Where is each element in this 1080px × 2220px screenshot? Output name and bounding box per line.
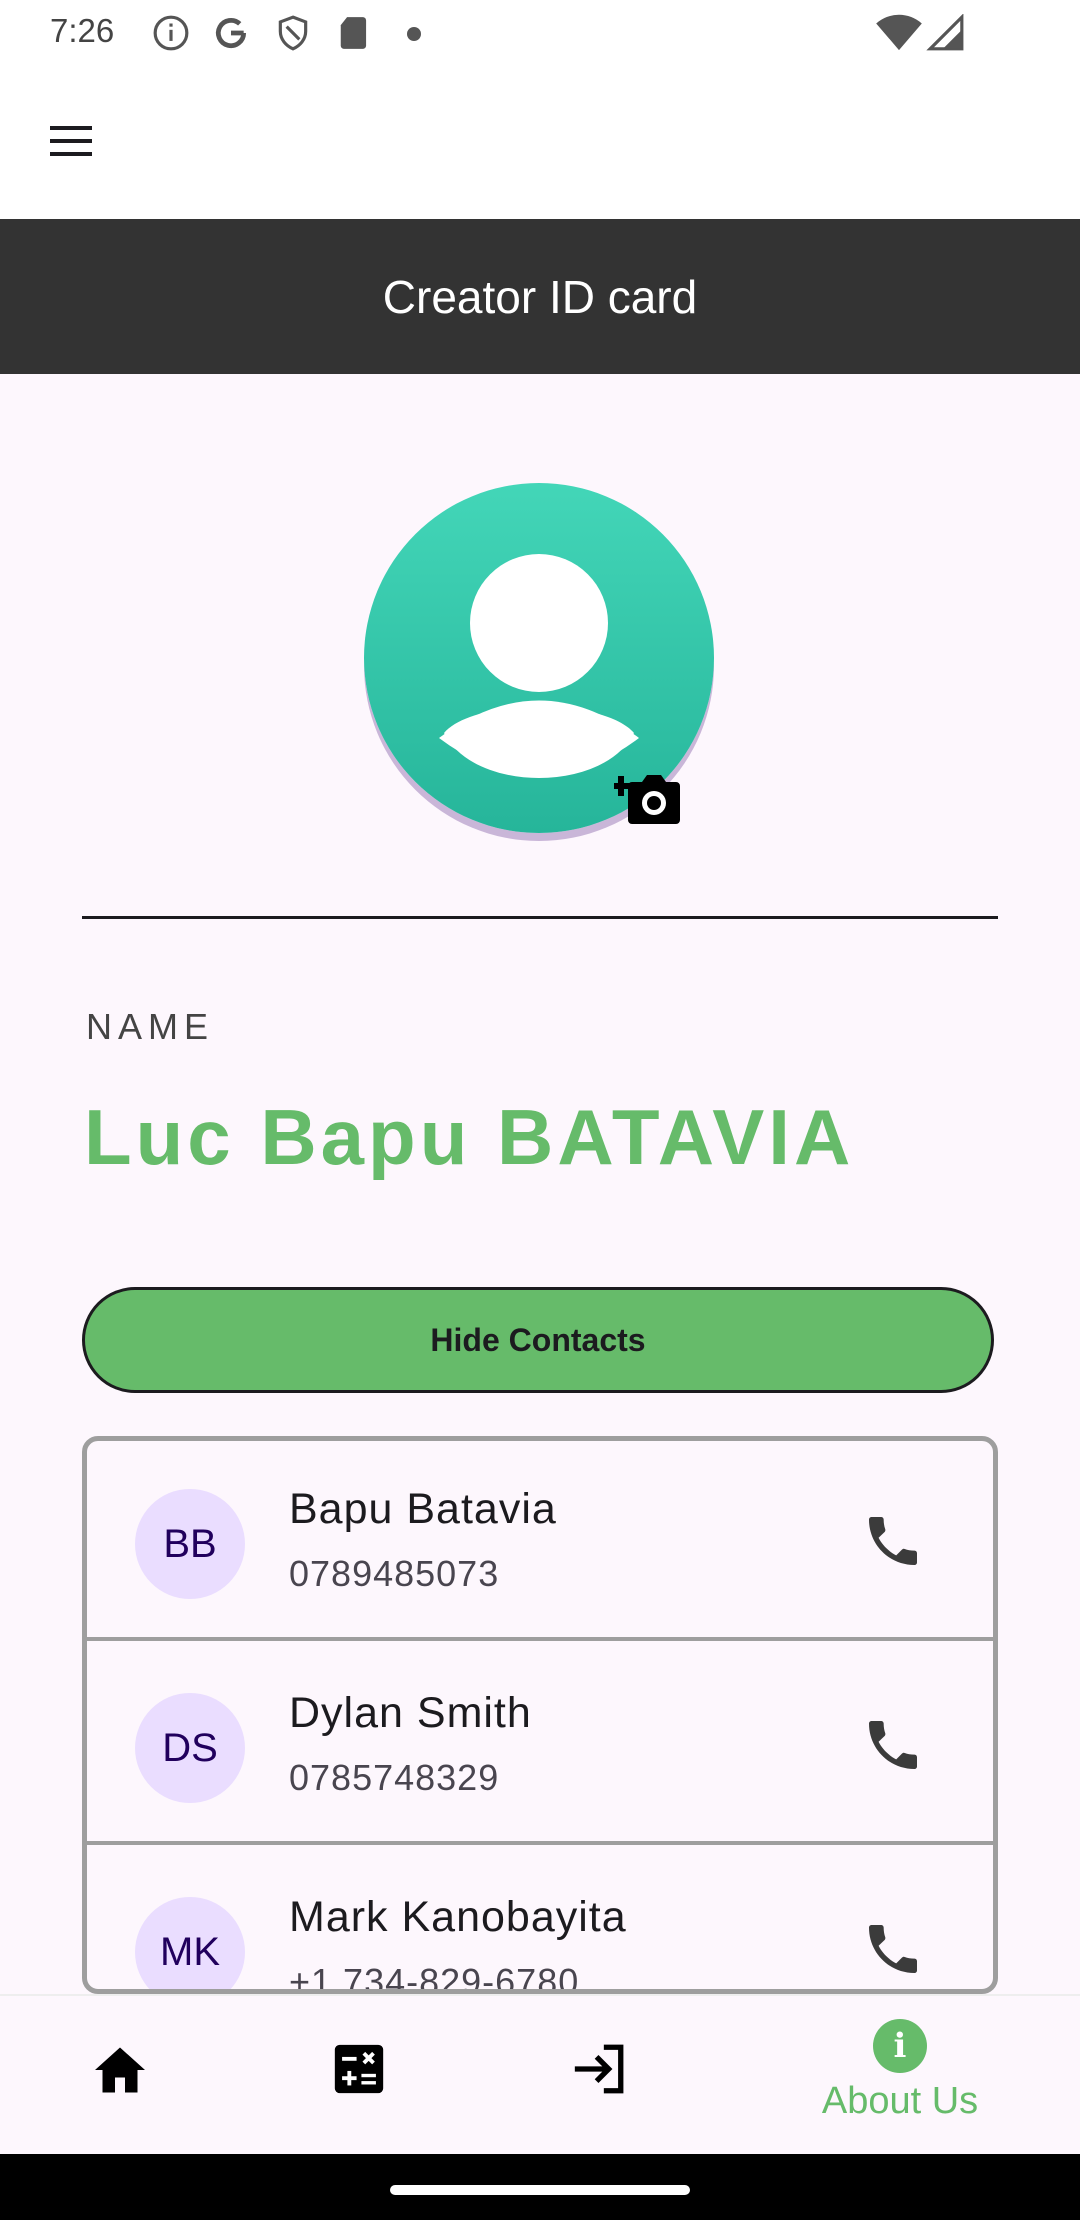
divider [82, 916, 998, 919]
name-label: NAME [86, 1006, 215, 1047]
status-bar: 7:26 [0, 0, 1080, 66]
calculator-icon[interactable] [330, 2040, 388, 2098]
hide-contacts-button[interactable]: Hide Contacts [82, 1287, 994, 1393]
contact-name: Mark Kanobayita [289, 1893, 627, 1941]
contact-name: Dylan Smith [289, 1689, 532, 1737]
signal-icon [926, 14, 964, 51]
page-title: Creator ID card [382, 270, 698, 323]
menu-icon[interactable] [40, 116, 100, 166]
contact-avatar: MK [135, 1897, 245, 1989]
page-title-bar: Creator ID card [0, 219, 1080, 374]
contact-avatar: DS [135, 1693, 245, 1803]
phone-icon[interactable] [861, 1917, 925, 1981]
home-gesture-handle[interactable] [390, 2185, 690, 2195]
add-photo-icon[interactable] [614, 766, 684, 828]
contact-name: Bapu Batavia [289, 1485, 557, 1533]
info-icon[interactable]: i [873, 2019, 927, 2073]
dot-status-icon [407, 27, 421, 41]
app-bar [0, 66, 1080, 219]
sd-card-status-icon [340, 17, 367, 49]
shield-status-icon [278, 15, 308, 51]
contact-row[interactable]: BB Bapu Batavia 0789485073 [87, 1441, 993, 1641]
google-status-icon [215, 18, 247, 49]
contact-phone: 0789485073 [289, 1553, 500, 1594]
contact-phone: 0785748329 [289, 1757, 500, 1798]
phone-icon[interactable] [861, 1509, 925, 1573]
wifi-icon [876, 14, 922, 51]
login-icon[interactable] [568, 2040, 630, 2098]
about-us-tab-label[interactable]: About Us [820, 2080, 980, 2123]
home-icon[interactable] [90, 2040, 150, 2100]
contact-row[interactable]: MK Mark Kanobayita +1 734-829-6780 [87, 1849, 993, 1994]
contact-phone: +1 734-829-6780 [289, 1961, 580, 1994]
contact-avatar: BB [135, 1489, 245, 1599]
contact-row[interactable]: DS Dylan Smith 0785748329 [87, 1645, 993, 1845]
info-status-icon [153, 15, 189, 51]
phone-icon[interactable] [861, 1713, 925, 1777]
profile-name: Luc Bapu BATAVIA [84, 1093, 855, 1181]
status-time: 7:26 [50, 12, 115, 49]
bottom-navigation [0, 1994, 1080, 2156]
contacts-list[interactable]: BB Bapu Batavia 0789485073 DS Dylan Smit… [82, 1436, 998, 1994]
